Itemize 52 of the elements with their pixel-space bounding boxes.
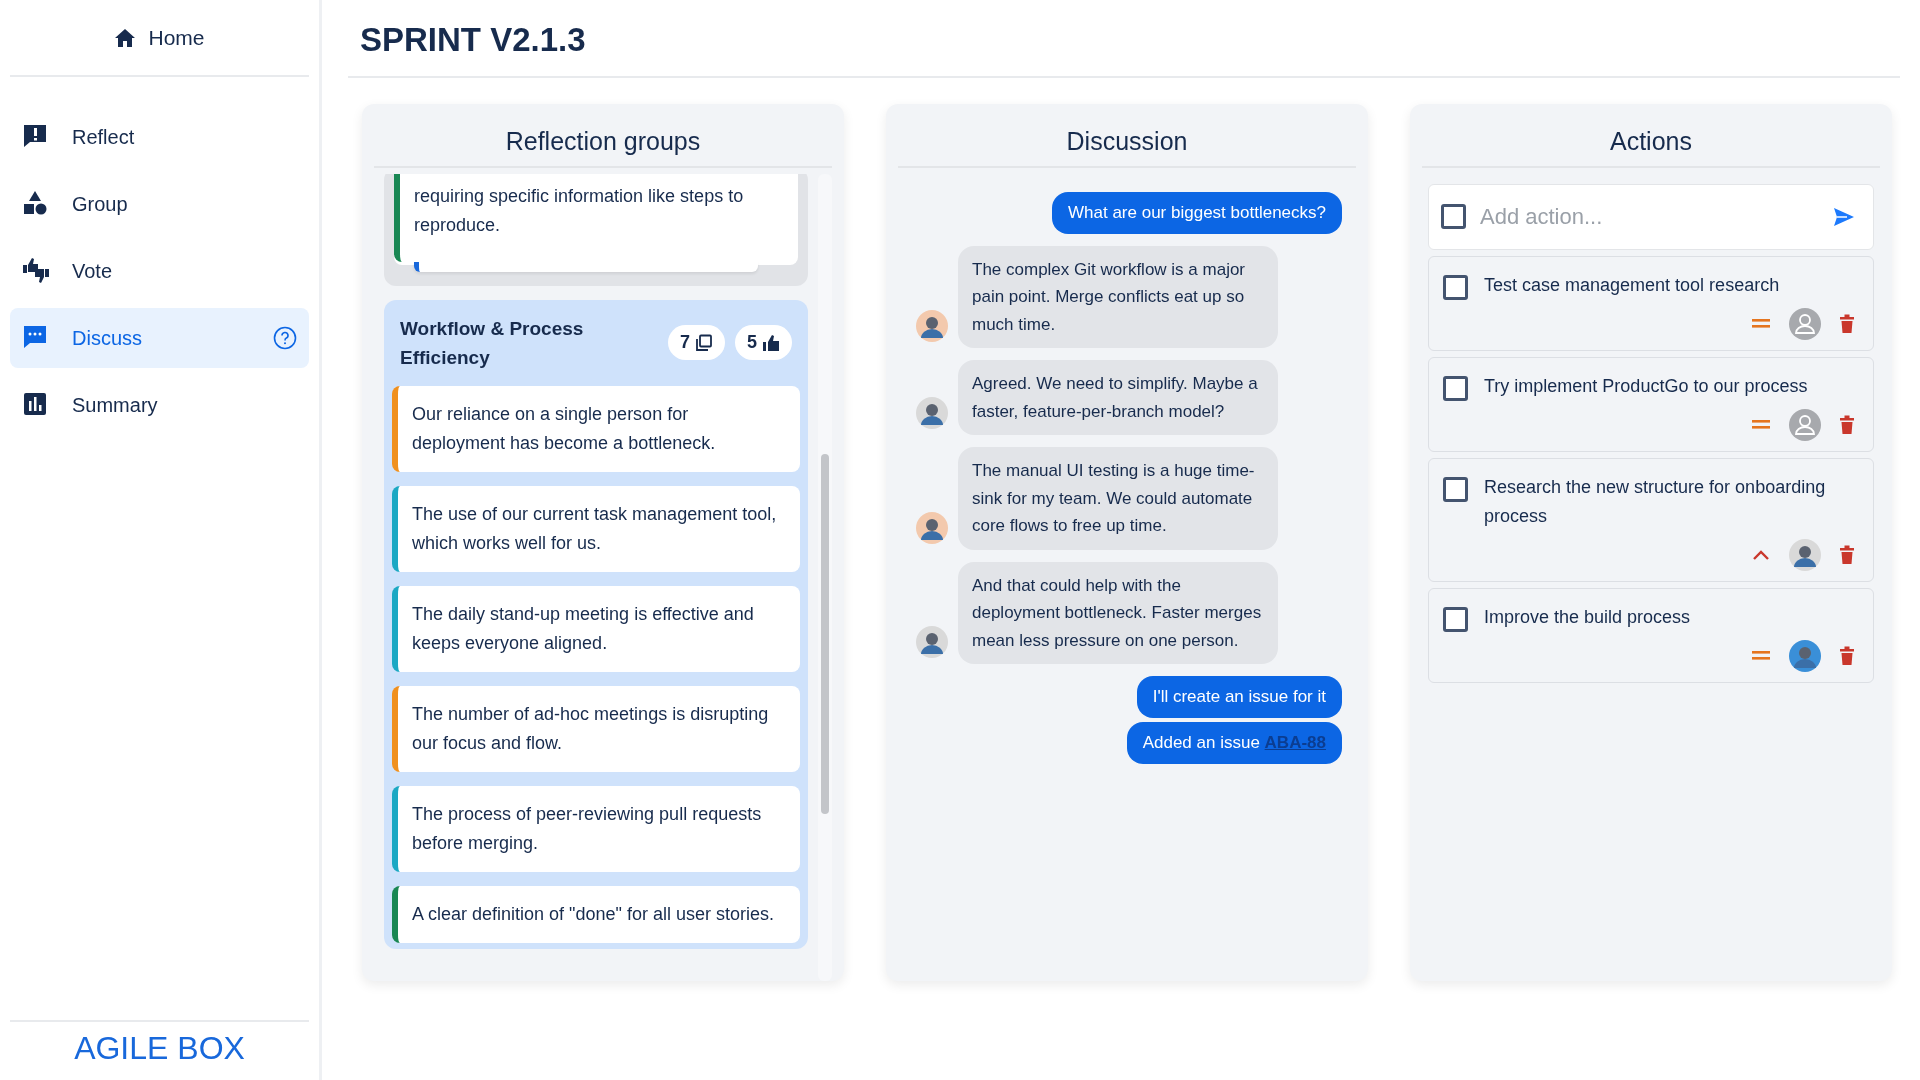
copy-icon xyxy=(695,333,713,352)
reflection-card[interactable]: The daily stand-up meeting is effective and keeps everyone aligned. xyxy=(392,585,800,672)
checkbox[interactable] xyxy=(1443,375,1468,401)
thumbs-icon xyxy=(22,257,50,285)
add-action-field[interactable]: Add action... xyxy=(1428,183,1874,250)
message-text: I'll create an issue for it xyxy=(1152,687,1326,707)
trash-icon[interactable] xyxy=(1839,544,1855,565)
thumbs-up-icon xyxy=(762,333,780,352)
card-count: 7 xyxy=(679,331,690,355)
trash-icon[interactable] xyxy=(1839,313,1855,334)
reflection-card[interactable]: Our reliance on a single person for deployment has become a bottleneck. xyxy=(392,385,800,472)
panel-title: Discussion xyxy=(898,103,1356,168)
help-icon[interactable] xyxy=(273,326,297,350)
avatar-icon[interactable] xyxy=(1789,639,1821,672)
avatar-icon[interactable] xyxy=(1789,538,1821,571)
reflection-card[interactable]: The process of peer-reviewing pull requests before merging. xyxy=(392,785,800,872)
trash-icon[interactable] xyxy=(1839,414,1855,435)
nav-item[interactable]: Vote xyxy=(10,241,309,301)
panel-title: Actions xyxy=(1422,103,1880,168)
checkbox[interactable] xyxy=(1443,606,1468,632)
home-icon xyxy=(114,27,137,48)
nav-item[interactable]: Reflect xyxy=(10,107,309,167)
page-title: SPRINT V2.1.3 xyxy=(348,0,1900,78)
scrollbar-thumb[interactable] xyxy=(821,453,829,814)
nav-item[interactable]: Summary xyxy=(10,375,309,435)
brand-logo: AGILE BOX xyxy=(74,1032,245,1068)
reflection-card[interactable]: The use of our current task management tool, which works well for us. xyxy=(392,485,800,572)
home-link[interactable]: Home xyxy=(10,0,309,77)
checkbox[interactable] xyxy=(1441,204,1466,230)
send-icon[interactable] xyxy=(1833,206,1855,227)
action-text: Try implement ProductGo to our process xyxy=(1484,374,1808,398)
action-text: Research the new structure for onboarding process xyxy=(1484,475,1827,528)
vote-count: 5 xyxy=(747,331,757,355)
action-text: Test case management tool research xyxy=(1484,273,1780,297)
action-input[interactable]: Add action... xyxy=(1478,199,1821,235)
nav-item[interactable]: Discuss xyxy=(10,308,309,368)
group-title: Workflow & Process Efficiency xyxy=(400,316,585,370)
checkbox[interactable] xyxy=(1443,274,1468,300)
reflection-card[interactable]: requiring specific information like steps to reproduce. xyxy=(394,173,798,262)
trash-icon[interactable] xyxy=(1839,645,1855,666)
reflection-card[interactable]: A clear definition of "done" for all user stories. xyxy=(392,885,800,943)
checkbox[interactable] xyxy=(1443,476,1468,502)
nav-item[interactable]: Group xyxy=(10,174,309,234)
message-text: What are our biggest bottlenecks? xyxy=(1068,202,1326,222)
panel-title: Reflection groups xyxy=(374,103,832,168)
action-text: Improve the build process xyxy=(1484,605,1691,629)
message-text: Added an issue xyxy=(1142,733,1260,753)
message-bubble: The manual UI testing is a huge time-sink for my team. We could automate core flows to free up time. xyxy=(958,447,1278,550)
message-bubble: And that could help with the deployment bottleneck. Faster merges mean less pressure on one person. xyxy=(958,561,1278,665)
reflection-card[interactable]: The number of ad-hoc meetings is disrupting our focus and flow. xyxy=(392,685,800,772)
message-bubble: Agreed. We need to simplify. Maybe a faster, feature-per-branch model? xyxy=(958,360,1278,436)
message-bubble: The complex Git workflow is a major pain point. Merge conflicts eat up so much time. xyxy=(958,245,1278,349)
